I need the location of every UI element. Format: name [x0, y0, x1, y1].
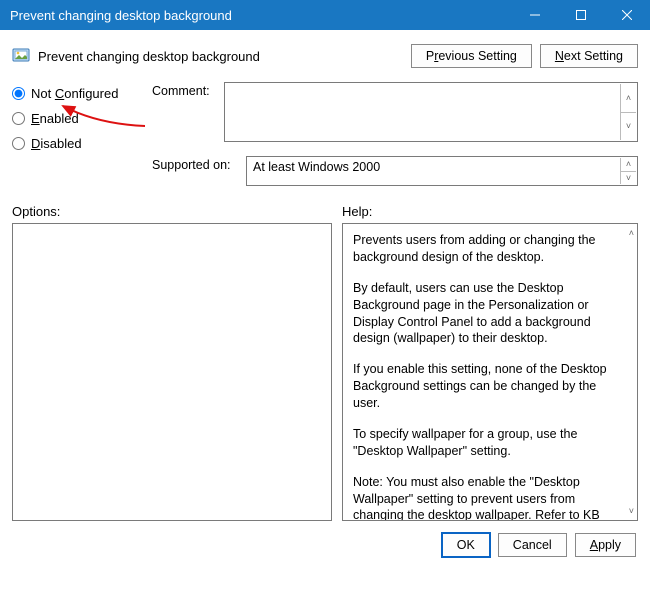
- next-setting-button[interactable]: Next Setting: [540, 44, 638, 68]
- enabled-radio[interactable]: Enabled: [12, 111, 152, 126]
- state-radio-group: Not Configured Enabled Disabled: [12, 82, 152, 151]
- previous-setting-button[interactable]: Previous Setting: [411, 44, 532, 68]
- not-configured-input[interactable]: [12, 87, 25, 100]
- options-pane: [12, 223, 332, 521]
- config-row: Not Configured Enabled Disabled Comment:…: [12, 82, 638, 186]
- help-pane[interactable]: ˄ Prevents users from adding or changing…: [342, 223, 638, 521]
- close-button[interactable]: [604, 0, 650, 30]
- header-row: Prevent changing desktop background Prev…: [12, 44, 638, 68]
- policy-icon: [12, 47, 30, 65]
- window-title: Prevent changing desktop background: [10, 8, 512, 23]
- scroll-down-icon[interactable]: ˅: [620, 112, 636, 141]
- supported-scroll[interactable]: ˄˅: [620, 158, 636, 184]
- disabled-input[interactable]: [12, 137, 25, 150]
- supported-on-label: Supported on:: [152, 156, 238, 172]
- ok-button[interactable]: OK: [442, 533, 490, 557]
- supported-on-value: At least Windows 2000: [253, 160, 380, 174]
- title-bar: Prevent changing desktop background: [0, 0, 650, 30]
- comment-textarea[interactable]: ˄˅: [224, 82, 638, 142]
- help-text: Prevents users from adding or changing t…: [353, 232, 617, 266]
- policy-title: Prevent changing desktop background: [38, 49, 411, 64]
- enabled-input[interactable]: [12, 112, 25, 125]
- dialog-footer: OK Cancel Apply: [12, 533, 638, 557]
- scroll-up-icon[interactable]: ˄: [620, 84, 636, 112]
- comment-label: Comment:: [152, 82, 216, 98]
- minimize-button[interactable]: [512, 0, 558, 30]
- not-configured-radio[interactable]: Not Configured: [12, 86, 152, 101]
- disabled-radio[interactable]: Disabled: [12, 136, 152, 151]
- options-label: Options:: [12, 204, 342, 219]
- comment-scroll[interactable]: ˄˅: [620, 84, 636, 140]
- help-label: Help:: [342, 204, 372, 219]
- supported-on-box: At least Windows 2000 ˄˅: [246, 156, 638, 186]
- apply-button[interactable]: Apply: [575, 533, 636, 557]
- help-text: By default, users can use the Desktop Ba…: [353, 280, 617, 348]
- help-text: Note: You must also enable the "Desktop …: [353, 474, 617, 521]
- scroll-down-icon[interactable]: ˅: [629, 506, 634, 516]
- cancel-button[interactable]: Cancel: [498, 533, 567, 557]
- help-text: To specify wallpaper for a group, use th…: [353, 426, 617, 460]
- help-text: If you enable this setting, none of the …: [353, 361, 617, 412]
- scroll-down-icon[interactable]: ˅: [620, 171, 636, 185]
- scroll-up-icon[interactable]: ˄: [620, 158, 636, 171]
- scroll-up-icon[interactable]: ˄: [629, 228, 634, 238]
- maximize-button[interactable]: [558, 0, 604, 30]
